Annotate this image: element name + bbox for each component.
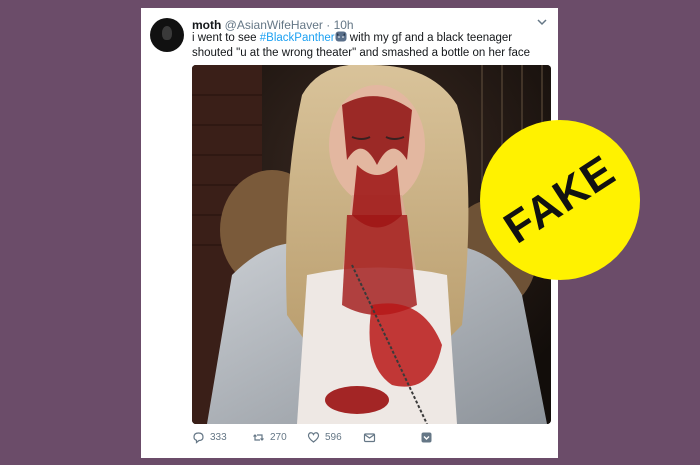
dm-button[interactable] [363,431,376,444]
chevron-down-icon[interactable] [536,17,548,27]
reply-count: 333 [210,432,227,443]
dm-icon [363,433,376,443]
tweet-actions: 333 270 596 [192,431,547,447]
more-button[interactable] [420,431,433,444]
reply-button[interactable]: 333 [192,431,227,444]
more-icon [421,432,432,443]
timestamp[interactable]: 10h [334,18,354,32]
like-button[interactable]: 596 [307,431,342,444]
panther-emoji-icon [335,31,347,42]
fake-stamp: FAKE [480,120,640,280]
handle[interactable]: @AsianWifeHaver [225,18,323,32]
retweet-button[interactable]: 270 [252,431,287,444]
reply-icon [193,432,204,444]
retweet-icon [253,434,264,441]
display-name[interactable]: moth [192,18,221,32]
like-count: 596 [325,432,342,443]
tweet-text-before: i went to see [192,32,260,44]
tweet-text: i went to see #BlackPanther with my gf a… [192,31,547,61]
hashtag-link[interactable]: #BlackPanther [260,32,335,44]
tweet-header: moth @AsianWifeHaver · 10h [192,18,354,32]
avatar[interactable] [150,18,184,52]
fake-stamp-label: FAKE [495,145,624,254]
separator: · [326,18,331,32]
retweet-count: 270 [270,432,287,443]
like-icon [307,432,320,443]
